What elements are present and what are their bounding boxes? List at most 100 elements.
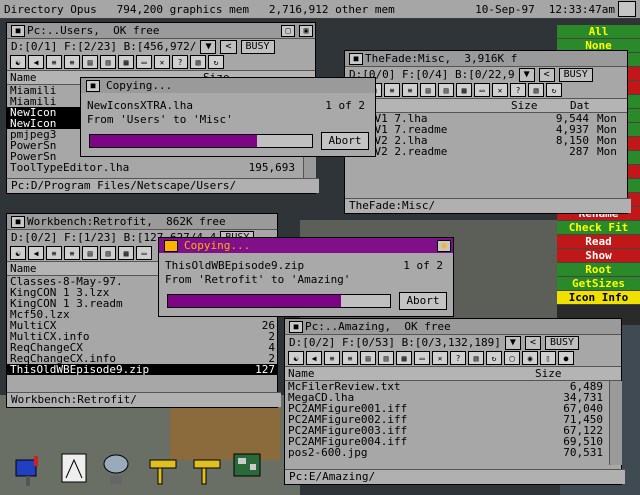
list-icon[interactable]: ≡	[46, 246, 62, 260]
lister-window-amazing[interactable]: ■ Pc:..Amazing, OK free D:[0/2] F:[0/53]…	[284, 318, 625, 485]
list-icon[interactable]: ≡	[402, 83, 418, 97]
refresh-icon[interactable]: ↻	[486, 351, 502, 365]
col-date[interactable]: Dat	[567, 99, 590, 112]
list-icon[interactable]: ≡	[384, 83, 400, 97]
bank-button[interactable]: Check Fit	[557, 221, 640, 235]
list-item[interactable]: ReqChangeCX.info 2	[7, 353, 277, 364]
close-gadget[interactable]: ■	[349, 52, 363, 65]
stop-icon[interactable]: ●	[558, 351, 574, 365]
copying-dialog-1[interactable]: ■ Copying... NewIconsXTRA.lha 1 of 2 Fro…	[80, 77, 376, 157]
mailbox-icon[interactable]	[12, 450, 44, 488]
move-icon[interactable]: ▥	[378, 351, 394, 365]
path-field[interactable]: Pc:D/Program Files/Netscape/Users/	[7, 178, 319, 193]
close-gadget[interactable]: ■	[11, 215, 25, 228]
list-item[interactable]: MultiCX 26	[7, 320, 277, 331]
help-icon[interactable]: ?	[450, 351, 466, 365]
back-button[interactable]: <	[220, 39, 237, 54]
book-icon[interactable]: ▯	[540, 351, 556, 365]
close-gadget[interactable]: ■	[289, 320, 303, 333]
copy-icon[interactable]: ▤	[360, 351, 376, 365]
disk-icon[interactable]: ▦	[118, 55, 134, 69]
help-icon[interactable]: ?	[510, 83, 526, 97]
list-icon[interactable]: ≡	[342, 351, 358, 365]
yinyang-icon[interactable]: ☯	[288, 351, 304, 365]
window-title-bar[interactable]: ■ Pc:..Amazing, OK free	[285, 319, 621, 335]
move-icon[interactable]: ▥	[100, 246, 116, 260]
back-button[interactable]: <	[524, 335, 541, 350]
parent-button[interactable]: ▼	[200, 39, 217, 54]
bank-button[interactable]: Show	[557, 249, 640, 263]
bank-button[interactable]: All	[557, 25, 640, 39]
picture-icon[interactable]	[58, 450, 90, 488]
folder-icon[interactable]: ▭	[474, 83, 490, 97]
move-icon[interactable]: ▥	[438, 83, 454, 97]
delete-icon[interactable]: ✕	[154, 55, 170, 69]
list-item[interactable]: McFilerReview.txt 6,489	[285, 381, 605, 392]
trash-icon[interactable]: ▢	[504, 351, 520, 365]
close-gadget[interactable]: ■	[164, 239, 178, 252]
list-icon[interactable]: ≡	[46, 55, 62, 69]
drawer-icon[interactable]	[192, 450, 224, 488]
path-field[interactable]: TheFade:Misc/	[345, 198, 631, 213]
vertical-scrollbar[interactable]	[609, 381, 622, 465]
path-field[interactable]: Workbench:Retrofit/	[7, 392, 281, 407]
col-name[interactable]: Name	[7, 262, 37, 275]
list-item[interactable]: PC2AMFigure003.iff 67,122	[285, 425, 605, 436]
eye-icon[interactable]: ◉	[522, 351, 538, 365]
window-title-bar[interactable]: ■ Workbench:Retrofit, 862K free	[7, 214, 277, 230]
list-item[interactable]: PC2AMFigure001.iff 67,040	[285, 403, 605, 414]
depth-gadget[interactable]: ▣	[299, 24, 313, 37]
copy-icon[interactable]: ▤	[420, 83, 436, 97]
close-gadget[interactable]: ■	[86, 79, 100, 92]
col-name[interactable]: Name	[285, 367, 532, 380]
depth-gadget[interactable]: ▣	[437, 239, 451, 252]
refresh-icon[interactable]: ↻	[546, 83, 562, 97]
help-icon[interactable]: ?	[172, 55, 188, 69]
list-item[interactable]: PC2AMFigure002.iff 71,450	[285, 414, 605, 425]
bank-button[interactable]: Read	[557, 235, 640, 249]
list-icon[interactable]: ≡	[324, 351, 340, 365]
close-gadget[interactable]: ■	[11, 24, 25, 37]
back-button[interactable]: <	[538, 67, 555, 82]
view-icon[interactable]: ▧	[190, 55, 206, 69]
window-title-bar[interactable]: ■ Pc:..Users, OK free □ ▣	[7, 23, 315, 39]
parent-button[interactable]: ▼	[518, 67, 535, 82]
refresh-icon[interactable]: ↻	[208, 55, 224, 69]
window-title-bar[interactable]: ■ TheFade:Misc, 3,916K f	[345, 51, 627, 67]
lister-window-misc[interactable]: ■ TheFade:Misc, 3,916K f D:[0/0] F:[0/4]…	[344, 50, 631, 214]
drawer-icon[interactable]	[148, 450, 180, 488]
circuit-board-icon[interactable]	[232, 450, 264, 488]
bank-button[interactable]: Icon Info	[557, 291, 640, 305]
dialog-title-bar[interactable]: ■ Copying... ▣	[159, 238, 453, 253]
file-list[interactable]: McFilerReview.txt 6,489 MegaCD.lha 34,731 PC…	[285, 381, 605, 461]
delete-icon[interactable]: ✕	[492, 83, 508, 97]
satellite-dish-icon[interactable]	[100, 450, 132, 488]
screen-depth-gadget[interactable]	[618, 1, 636, 17]
disk-icon[interactable]: ▦	[456, 83, 472, 97]
list-item[interactable]: MultiCX.info 2	[7, 331, 277, 342]
col-size[interactable]: Size	[508, 99, 567, 112]
abort-button[interactable]: Abort	[399, 292, 447, 310]
view-icon[interactable]: ▧	[528, 83, 544, 97]
view-icon[interactable]: ▧	[468, 351, 484, 365]
zoom-gadget[interactable]: □	[281, 24, 295, 37]
yinyang-icon[interactable]: ☯	[10, 55, 26, 69]
list-item[interactable]: HRI_V2_2.readme 287 Mon	[345, 146, 627, 157]
list-item[interactable]: ThisOldWBEpisode9.zip 127	[7, 364, 277, 375]
list-item[interactable]: PC2AMFigure004.iff 69,510	[285, 436, 605, 447]
parent-button[interactable]: ▼	[504, 335, 521, 350]
delete-icon[interactable]: ✕	[432, 351, 448, 365]
list-icon[interactable]: ≡	[64, 55, 80, 69]
move-icon[interactable]: ▥	[100, 55, 116, 69]
folder-icon[interactable]: ▭	[414, 351, 430, 365]
disk-icon[interactable]: ▦	[118, 246, 134, 260]
copying-dialog-2[interactable]: ■ Copying... ▣ ThisOldWBEpisode9.zip 1 o…	[158, 237, 454, 317]
list-item[interactable]: ToolTypeEditor.lha 195,693	[7, 162, 297, 173]
col-size[interactable]: Size	[532, 367, 562, 380]
list-item[interactable]: pos2-600.jpg 70,531	[285, 447, 605, 458]
dialog-title-bar[interactable]: ■ Copying...	[81, 78, 375, 93]
bank-button[interactable]: GetSizes	[557, 277, 640, 291]
list-item[interactable]: ReqChangeCX 4	[7, 342, 277, 353]
arrow-left-icon[interactable]: ◀	[306, 351, 322, 365]
copy-icon[interactable]: ▤	[82, 246, 98, 260]
